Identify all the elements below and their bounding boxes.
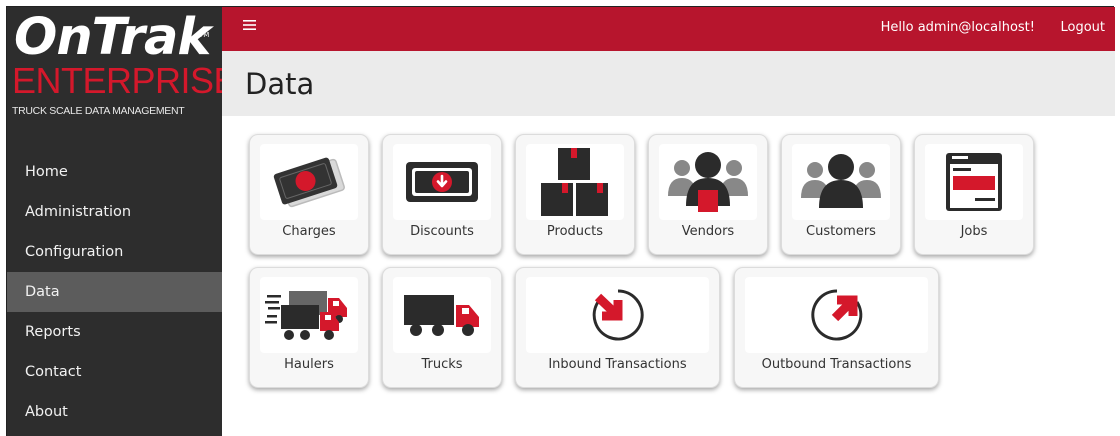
page-title: Data [245,67,315,101]
tile-customers[interactable]: Customers [781,134,901,255]
tile-icon-box [526,277,709,353]
tile-label: Products [546,224,604,239]
tile-icon-box [659,144,757,220]
tile-outbound-transactions[interactable]: Outbound Transactions [734,267,939,388]
sidebar-item-about[interactable]: About [7,392,222,432]
tile-icon-box [260,144,358,220]
logo-trademark: TM [199,31,210,39]
inbound-arrow-icon [592,289,644,341]
tile-icon-box [393,277,491,353]
sidebar-item-data[interactable]: Data [7,272,222,312]
tile-icon-box [745,277,928,353]
haulers-trucks-icon [265,291,347,340]
logo-product: ENTERPRISE [12,60,238,101]
outbound-arrow-icon [810,289,862,341]
tile-label: Trucks [421,357,463,372]
logo-brand: OnTrak [14,8,211,67]
tile-haulers[interactable]: Haulers [249,267,369,388]
tile-icon-box [526,144,624,220]
tile-inbound-transactions[interactable]: Inbound Transactions [515,267,720,388]
money-bills-icon [273,157,345,208]
logo-tagline: TRUCK SCALE DATA MANAGEMENT [12,105,185,117]
sidebar-nav: Home Administration Configuration Data R… [7,152,222,432]
vendor-people-icon [668,152,748,212]
tile-trucks[interactable]: Trucks [382,267,502,388]
truck-icon [404,295,479,336]
tile-icon-box [925,144,1023,220]
tile-icon-box [393,144,491,220]
top-bar: Hello admin@localhost! Logout [222,7,1115,51]
sidebar: OnTrak TM ENTERPRISE TRUCK SCALE DATA MA… [7,7,238,436]
sidebar-item-administration[interactable]: Administration [7,192,222,232]
app-window: OnTrak TM ENTERPRISE TRUCK SCALE DATA MA… [6,6,1115,436]
customer-people-icon [801,154,881,208]
tile-products[interactable]: Products [515,134,635,255]
job-card-icon [946,153,1002,211]
ontrak-logo: OnTrak TM ENTERPRISE TRUCK SCALE DATA MA… [7,7,238,152]
tile-label: Haulers [284,357,334,372]
tile-label: Discounts [410,224,474,239]
discount-bill-icon [406,162,478,202]
page-header: Data [222,51,1115,116]
tile-vendors[interactable]: Vendors [648,134,768,255]
tile-icon-box [792,144,890,220]
tile-label: Outbound Transactions [761,357,912,372]
tile-label: Inbound Transactions [548,357,687,372]
tile-icon-box [260,277,358,353]
tile-label: Jobs [960,224,988,239]
sidebar-item-configuration[interactable]: Configuration [7,232,222,272]
tile-label: Vendors [681,224,735,239]
tile-discounts[interactable]: Discounts [382,134,502,255]
hamburger-icon[interactable] [243,16,256,35]
tile-charges[interactable]: Charges [249,134,369,255]
boxes-icon [541,148,608,216]
sidebar-item-home[interactable]: Home [7,152,222,192]
logout-link[interactable]: Logout [1060,20,1105,35]
sidebar-item-contact[interactable]: Contact [7,352,222,392]
tile-label: Charges [282,224,336,239]
tile-label: Customers [806,224,876,239]
user-greeting: Hello admin@localhost! [880,20,1035,35]
tile-jobs[interactable]: Jobs [914,134,1034,255]
sidebar-item-reports[interactable]: Reports [7,312,222,352]
